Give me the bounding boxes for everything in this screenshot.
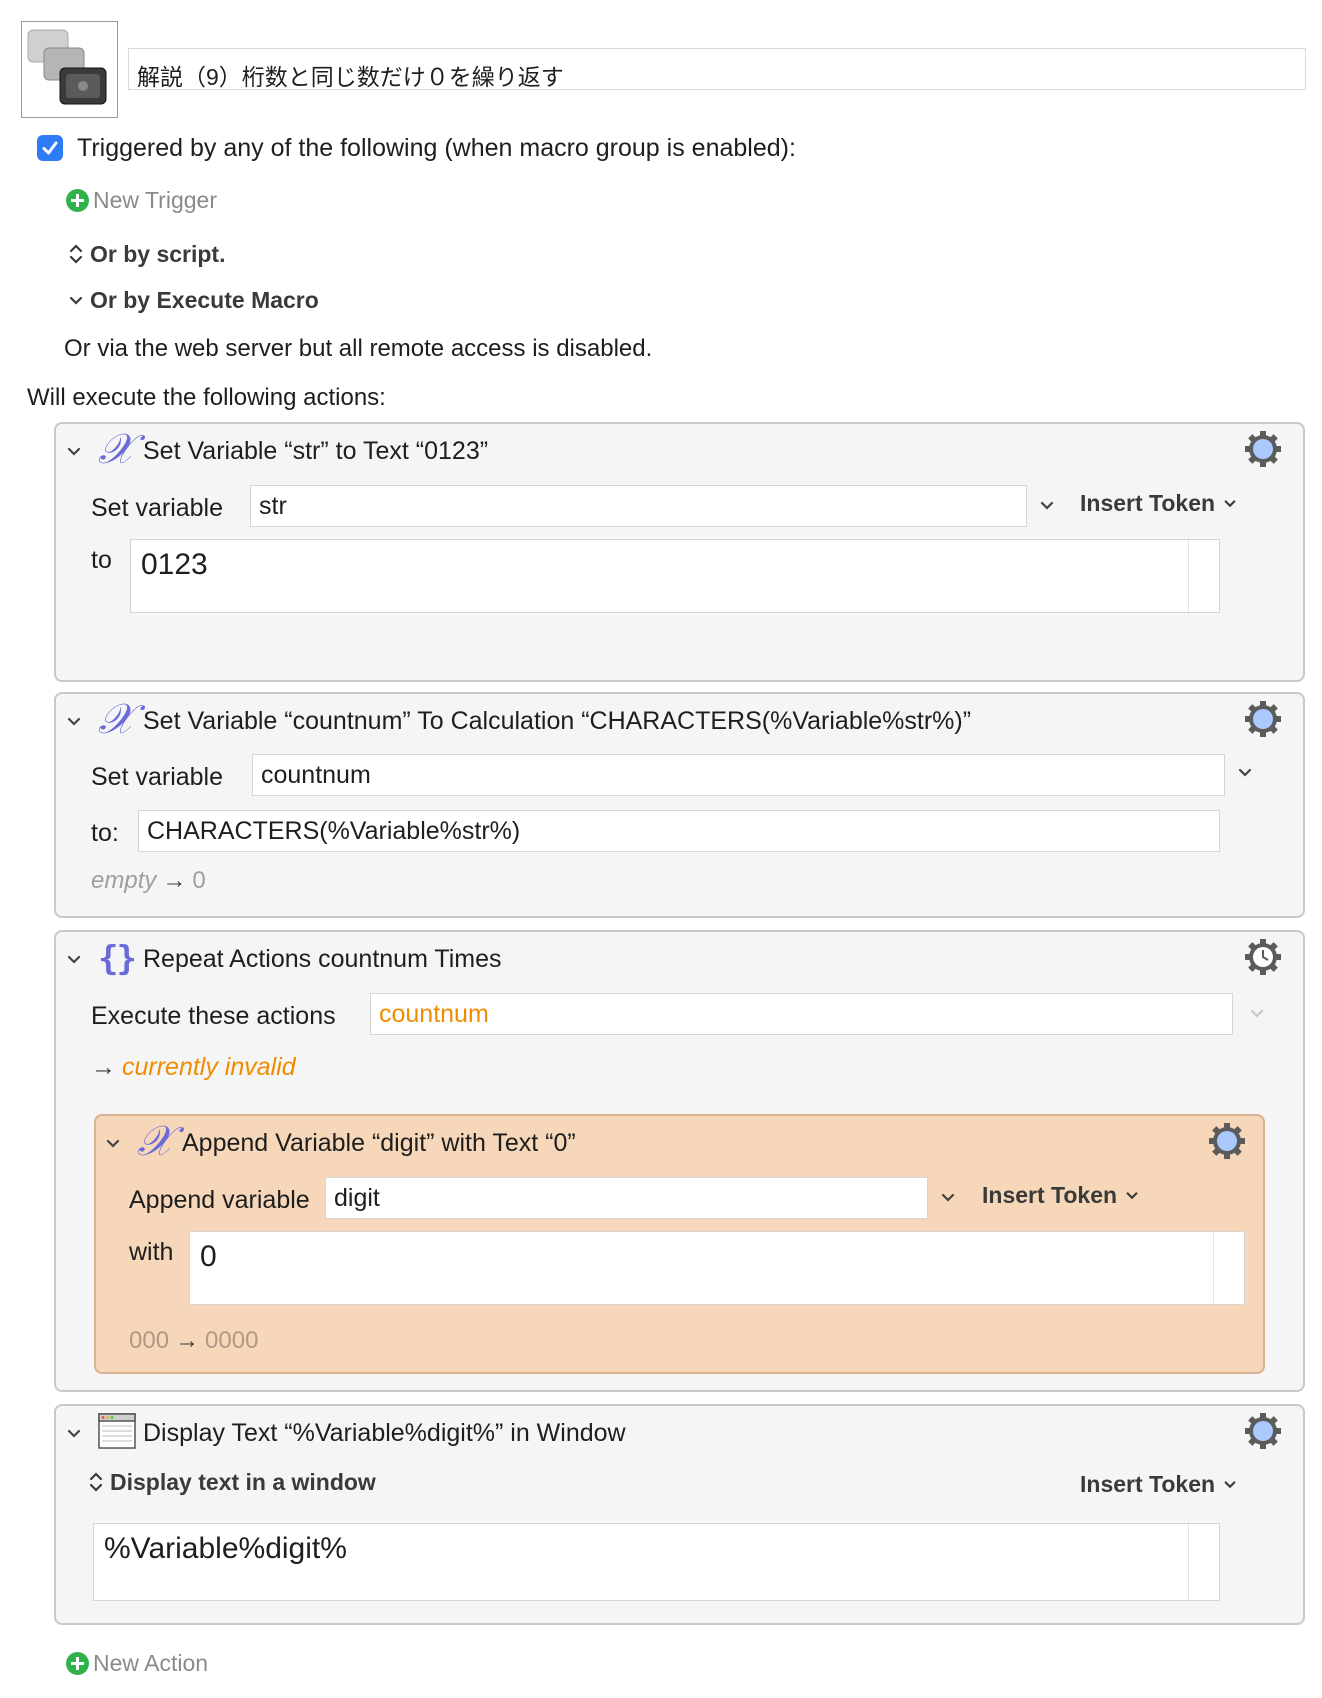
up-down-chevron-icon [89, 1472, 103, 1492]
collapse-chevron-icon[interactable] [105, 1136, 121, 1152]
display-mode-label: Display text in a window [110, 1468, 376, 1495]
add-icon [66, 1652, 89, 1675]
insert-token-label: Insert Token [1080, 1471, 1216, 1497]
or-by-script-toggle[interactable]: Or by script. [68, 242, 225, 266]
new-trigger-label: New Trigger [93, 187, 217, 213]
variable-dropdown-chevron-icon[interactable] [1236, 765, 1254, 781]
or-by-execute-macro-label: Or by Execute Macro [90, 287, 319, 313]
triggers-enabled-checkbox[interactable] [37, 135, 63, 161]
or-by-script-label: Or by script. [90, 240, 226, 267]
insert-token-button[interactable]: Insert Token [1080, 1473, 1237, 1496]
insert-token-label: Insert Token [982, 1182, 1118, 1208]
nested-action-append-variable[interactable]: 𝒳 Append Variable “digit” with Text “0” … [94, 1114, 1265, 1374]
variable-icon: 𝒳 [137, 1116, 174, 1165]
repeat-status: → currently invalid [91, 1055, 296, 1080]
action-title: Append Variable “digit” with Text “0” [182, 1129, 576, 1157]
checkmark-icon [42, 141, 58, 155]
variable-icon: 𝒳 [98, 424, 135, 473]
scrollbar[interactable] [1188, 1524, 1219, 1600]
web-server-note: Or via the web server but all remote acc… [64, 335, 653, 362]
collapse-chevron-icon[interactable] [66, 952, 82, 968]
scrollbar[interactable] [1188, 540, 1219, 612]
insert-token-button[interactable]: Insert Token [982, 1184, 1139, 1207]
to-label: to: [91, 819, 119, 847]
action-title: Set Variable “str” to Text “0123” [143, 437, 489, 465]
insert-token-button[interactable]: Insert Token [1080, 492, 1237, 515]
macro-icon[interactable] [21, 21, 118, 118]
action-title: Repeat Actions countnum Times [143, 945, 502, 973]
append-preview: 000 → 0000 [129, 1329, 258, 1353]
preview-empty: empty [91, 867, 157, 894]
insert-token-label: Insert Token [1080, 490, 1216, 516]
arrow-right-icon: → [162, 867, 187, 894]
new-action-button[interactable]: New Action [66, 1652, 208, 1675]
preview-before: 000 [129, 1327, 170, 1354]
chevron-down-icon [1126, 1191, 1138, 1199]
with-label: with [129, 1238, 174, 1266]
collapse-chevron-icon[interactable] [66, 714, 82, 730]
preview-result: 0 [192, 867, 206, 894]
action-title: Display Text “%Variable%digit%” in Windo… [143, 1419, 626, 1447]
text-value-area[interactable]: 0 [189, 1231, 1245, 1305]
variable-name-field[interactable]: digit [325, 1177, 928, 1219]
collapse-chevron-icon[interactable] [66, 444, 82, 460]
variable-dropdown-chevron-icon[interactable] [1038, 498, 1056, 514]
append-variable-label: Append variable [129, 1186, 310, 1214]
action-display-text[interactable]: Display Text “%Variable%digit%” in Windo… [54, 1404, 1305, 1625]
action-title: Set Variable “countnum” To Calculation “… [143, 707, 972, 735]
chevron-down-icon [69, 296, 83, 305]
chevron-down-icon [1224, 1480, 1236, 1488]
window-icon [98, 1413, 136, 1449]
macro-name-field[interactable]: 解説（9）桁数と同じ数だけ０を繰り返す [128, 48, 1306, 90]
text-value: 0123 [141, 548, 208, 581]
variable-dropdown-chevron-icon[interactable] [939, 1190, 957, 1206]
up-down-chevron-icon [69, 244, 83, 264]
variable-name-field[interactable]: str [250, 485, 1027, 527]
gear-icon[interactable] [1208, 1122, 1246, 1160]
scrollbar[interactable] [1213, 1232, 1244, 1304]
add-icon [66, 189, 89, 212]
display-text-area[interactable]: %Variable%digit% [93, 1523, 1220, 1601]
gear-icon[interactable] [1244, 1412, 1282, 1450]
arrow-right-icon: → [91, 1053, 116, 1081]
action-set-variable-calculation[interactable]: 𝒳 Set Variable “countnum” To Calculation… [54, 692, 1305, 918]
calculation-preview: empty → 0 [91, 869, 206, 893]
collapse-chevron-icon[interactable] [66, 1426, 82, 1442]
variable-name-field[interactable]: countnum [252, 754, 1225, 796]
arrow-right-icon: → [175, 1327, 200, 1354]
set-variable-label: Set variable [91, 494, 224, 522]
display-mode-popup[interactable]: Display text in a window [88, 1470, 376, 1494]
display-text-value: %Variable%digit% [104, 1532, 347, 1565]
actions-heading: Will execute the following actions: [27, 384, 386, 411]
preview-after: 0000 [205, 1327, 259, 1354]
gear-icon[interactable] [1244, 430, 1282, 468]
gear-clock-icon[interactable] [1244, 938, 1282, 976]
text-value-area[interactable]: 0123 [130, 539, 1220, 613]
new-action-label: New Action [93, 1650, 209, 1676]
calculation-field[interactable]: CHARACTERS(%Variable%str%) [138, 810, 1220, 852]
to-label: to [91, 546, 112, 574]
variable-icon: 𝒳 [98, 694, 135, 743]
text-value: 0 [200, 1240, 217, 1273]
repeat-icon: {} [98, 939, 137, 979]
new-trigger-button[interactable]: New Trigger [66, 189, 217, 212]
set-variable-label: Set variable [91, 763, 224, 791]
action-set-variable-str[interactable]: 𝒳 Set Variable “str” to Text “0123” Set … [54, 422, 1305, 682]
triggers-heading: Triggered by any of the following (when … [77, 134, 796, 162]
execute-actions-label: Execute these actions [91, 1002, 336, 1030]
action-repeat[interactable]: {} Repeat Actions countnum Times Execute… [54, 930, 1305, 1392]
count-dropdown-chevron-icon[interactable] [1248, 1006, 1266, 1022]
chevron-down-icon [1224, 499, 1236, 507]
gear-icon[interactable] [1244, 700, 1282, 738]
status-text: currently invalid [122, 1053, 296, 1081]
repeat-count-field[interactable]: countnum [370, 993, 1233, 1035]
or-by-execute-macro-toggle[interactable]: Or by Execute Macro [68, 289, 319, 312]
